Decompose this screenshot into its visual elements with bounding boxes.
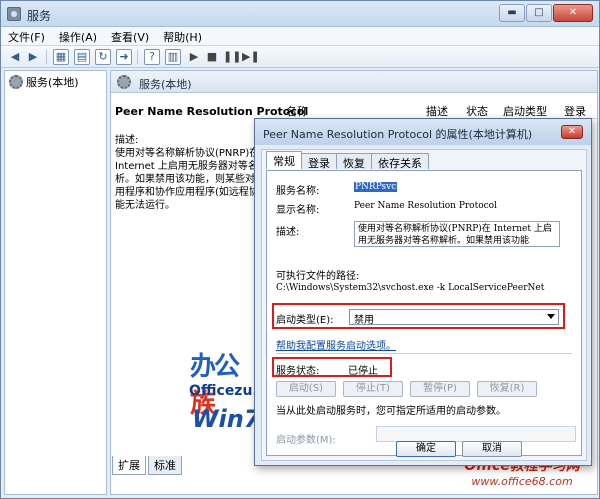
services-window: 服务 ▬ □ ✕ 文件(F) 操作(A) 查看(V) 帮助(H) ◀ ▶ ▦ ▤… bbox=[0, 0, 600, 499]
dialog-close-button[interactable]: ✕ bbox=[561, 125, 583, 139]
tab-recovery[interactable]: 恢复 bbox=[336, 153, 372, 170]
service-control-buttons: 启动(S) 停止(T) 暂停(P) 恢复(R) bbox=[276, 381, 537, 397]
tab-dependencies[interactable]: 依存关系 bbox=[371, 153, 429, 170]
officezu-logo: 办公族 bbox=[190, 352, 240, 419]
column-description[interactable]: 描述 bbox=[426, 103, 448, 119]
window-title: 服务 bbox=[27, 9, 52, 23]
dialog-title: Peer Name Resolution Protocol 的属性(本地计算机) bbox=[263, 128, 533, 141]
start-params-hint: 当从此处启动服务时，您可指定所适用的启动参数。 bbox=[276, 406, 506, 417]
tree-item-services-local[interactable]: 服务(本地) bbox=[9, 74, 79, 90]
properties-icon[interactable]: ▥ bbox=[165, 49, 181, 65]
dialog-titlebar[interactable]: Peer Name Resolution Protocol 的属性(本地计算机)… bbox=[255, 119, 591, 145]
column-status[interactable]: 状态 bbox=[466, 103, 488, 119]
exe-path-label: 可执行文件的路径: bbox=[276, 271, 360, 282]
menu-help[interactable]: 帮助(H) bbox=[156, 27, 209, 45]
forward-arrow-icon[interactable]: ▶ bbox=[25, 49, 41, 65]
menu-view[interactable]: 查看(V) bbox=[104, 27, 156, 45]
help-configure-link[interactable]: 帮助我配置服务启动选项。 bbox=[276, 337, 396, 352]
help-icon[interactable]: ? bbox=[144, 49, 160, 65]
services-gear-icon bbox=[7, 7, 21, 21]
description-label: 描述: bbox=[115, 135, 139, 146]
restart-icon[interactable]: ▶❚ bbox=[241, 49, 260, 65]
pause-icon[interactable]: ❚❚ bbox=[222, 49, 241, 65]
divider bbox=[276, 353, 572, 354]
gear-icon bbox=[9, 75, 23, 89]
minimize-button[interactable]: ▬ bbox=[499, 4, 525, 22]
stop-icon[interactable]: ■ bbox=[204, 49, 220, 65]
services-pane-header: 服务(本地) bbox=[111, 71, 597, 93]
display-name-label: 显示名称: bbox=[276, 205, 320, 216]
window-titlebar[interactable]: 服务 ▬ □ ✕ bbox=[1, 1, 599, 27]
tab-extended[interactable]: 扩展 bbox=[112, 456, 146, 475]
service-status-value: 已停止 bbox=[348, 366, 378, 377]
description-textbox[interactable]: 使用对等名称解析协议(PNRP)在 Internet 上启用无服务器对等名称解析… bbox=[354, 221, 560, 247]
tab-general[interactable]: 常规 bbox=[266, 151, 302, 169]
console-tree-icon[interactable]: ▦ bbox=[53, 49, 69, 65]
export-list-icon[interactable]: ➜ bbox=[116, 49, 132, 65]
refresh-icon[interactable]: ↻ bbox=[95, 49, 111, 65]
menu-action[interactable]: 操作(A) bbox=[52, 27, 104, 45]
maximize-button[interactable]: □ bbox=[526, 4, 552, 22]
services-column-headers: 名称 描述 状态 启动类型 登录 bbox=[281, 99, 597, 119]
dialog-buttons: 确定 取消 bbox=[396, 441, 522, 457]
cancel-button[interactable]: 取消 bbox=[462, 441, 522, 457]
exe-path-value: C:\Windows\System32\svchost.exe -k Local… bbox=[276, 283, 545, 293]
toolbar: ◀ ▶ ▦ ▤ ↻ ➜ ? ▥ ▶ ■ ❚❚ ▶❚ bbox=[1, 46, 599, 68]
gear-icon bbox=[117, 75, 131, 89]
tree-item-label: 服务(本地) bbox=[26, 76, 79, 89]
dialog-body: 常规 登录 恢复 依存关系 服务名称: PNRPsvc 显示名称: Peer N… bbox=[261, 149, 587, 461]
services-pane-title: 服务(本地) bbox=[139, 78, 192, 91]
pause-button[interactable]: 暂停(P) bbox=[410, 381, 470, 397]
start-params-input[interactable] bbox=[376, 426, 576, 442]
close-button[interactable]: ✕ bbox=[553, 4, 593, 22]
column-name[interactable]: 名称 bbox=[286, 103, 308, 119]
service-name-label: 服务名称: bbox=[276, 186, 320, 197]
display-name-value: Peer Name Resolution Protocol bbox=[354, 201, 497, 211]
dialog-tabs: 常规 登录 恢复 依存关系 bbox=[266, 151, 429, 170]
stop-button[interactable]: 停止(T) bbox=[343, 381, 403, 397]
menu-bar: 文件(F) 操作(A) 查看(V) 帮助(H) bbox=[1, 27, 599, 46]
description-text: 使用对等名称解析协议(PNRP)在 Internet 上启用无服务器对等名 析。… bbox=[115, 148, 265, 211]
view-tabs: 扩展 标准 bbox=[112, 456, 182, 475]
ok-button[interactable]: 确定 bbox=[396, 441, 456, 457]
chevron-down-icon bbox=[547, 314, 555, 319]
column-startup-type[interactable]: 启动类型 bbox=[503, 103, 547, 119]
startup-type-select[interactable]: 禁用 bbox=[349, 309, 559, 326]
startup-type-label: 启动类型(E): bbox=[276, 315, 334, 326]
service-status-label: 服务状态: bbox=[276, 366, 320, 377]
service-name-value: PNRPsvc bbox=[354, 182, 398, 192]
tab-logon[interactable]: 登录 bbox=[301, 153, 337, 170]
tab-standard[interactable]: 标准 bbox=[148, 456, 182, 475]
description-label: 描述: bbox=[276, 227, 300, 238]
console-tree: 服务(本地) bbox=[4, 70, 107, 495]
start-params-label: 启动参数(M): bbox=[276, 435, 336, 446]
show-hide-icon[interactable]: ▤ bbox=[74, 49, 90, 65]
column-logon[interactable]: 登录 bbox=[564, 103, 586, 119]
play-icon[interactable]: ▶ bbox=[186, 49, 202, 65]
service-properties-dialog: Peer Name Resolution Protocol 的属性(本地计算机)… bbox=[254, 118, 592, 466]
menu-file[interactable]: 文件(F) bbox=[1, 27, 52, 45]
start-button[interactable]: 启动(S) bbox=[276, 381, 336, 397]
resume-button[interactable]: 恢复(R) bbox=[477, 381, 537, 397]
service-description-panel: Peer Name Resolution Protocol 描述: 使用对等名称… bbox=[115, 105, 309, 212]
general-tab-page: 服务名称: PNRPsvc 显示名称: Peer Name Resolution… bbox=[266, 170, 582, 456]
back-arrow-icon[interactable]: ◀ bbox=[7, 49, 23, 65]
selected-service-name: Peer Name Resolution Protocol bbox=[115, 105, 309, 118]
